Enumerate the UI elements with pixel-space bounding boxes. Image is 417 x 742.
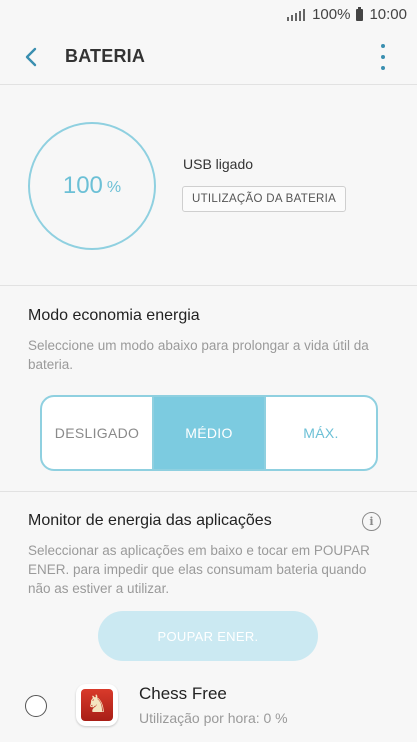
- app-select-radio[interactable]: [25, 695, 47, 717]
- battery-level-unit: %: [106, 178, 122, 196]
- power-saving-description: Seleccione um modo abaixo para prolongar…: [28, 338, 369, 372]
- app-name: Chess Free: [139, 684, 227, 703]
- back-button[interactable]: [16, 42, 46, 72]
- status-bar: 100% 10:00: [0, 0, 417, 30]
- clock: 10:00: [369, 6, 407, 23]
- battery-usage-button[interactable]: UTILIZAÇÃO DA BATERIA: [182, 186, 347, 212]
- app-usage: Utilização por hora: 0 %: [139, 710, 288, 726]
- signal-icon: [287, 8, 306, 21]
- battery-status-section: 100 % USB ligado UTILIZAÇÃO DA BATERIA: [0, 85, 417, 286]
- more-options-button[interactable]: [373, 44, 393, 70]
- chess-knight-icon: ♞: [81, 689, 113, 721]
- back-arrow-icon: [25, 47, 37, 67]
- more-vert-icon: [381, 44, 385, 48]
- page-title: BATERIA: [65, 46, 146, 66]
- charging-status: USB ligado: [183, 156, 254, 172]
- mode-option-off[interactable]: DESLIGADO: [42, 397, 152, 469]
- app-list-item[interactable]: ♞ Chess Free Utilização por hora: 0 %: [0, 678, 417, 738]
- save-power-button[interactable]: POUPAR ENER.: [98, 611, 318, 661]
- app-monitor-description: Seleccionar as aplicações em baixo e toc…: [28, 543, 370, 596]
- battery-level-ring: 100 %: [28, 122, 156, 250]
- battery-icon: [356, 6, 364, 21]
- battery-level-value: 100: [62, 172, 103, 199]
- info-icon[interactable]: i: [362, 512, 381, 531]
- mode-option-max[interactable]: MÁX.: [266, 397, 376, 469]
- power-saving-section: Modo economia energia Seleccione um modo…: [0, 286, 417, 492]
- app-bar: BATERIA: [0, 30, 417, 85]
- power-mode-selector: DESLIGADO MÉDIO MÁX.: [40, 395, 378, 471]
- app-monitor-title: Monitor de energia das aplicações: [28, 512, 272, 529]
- power-saving-title: Modo economia energia: [28, 307, 200, 324]
- app-power-monitor-section: Monitor de energia das aplicações i Sele…: [0, 492, 417, 742]
- status-indicators: 100% 10:00: [287, 6, 407, 23]
- app-icon: ♞: [76, 684, 118, 726]
- battery-percent: 100%: [312, 6, 351, 23]
- mode-option-medium[interactable]: MÉDIO: [152, 397, 266, 469]
